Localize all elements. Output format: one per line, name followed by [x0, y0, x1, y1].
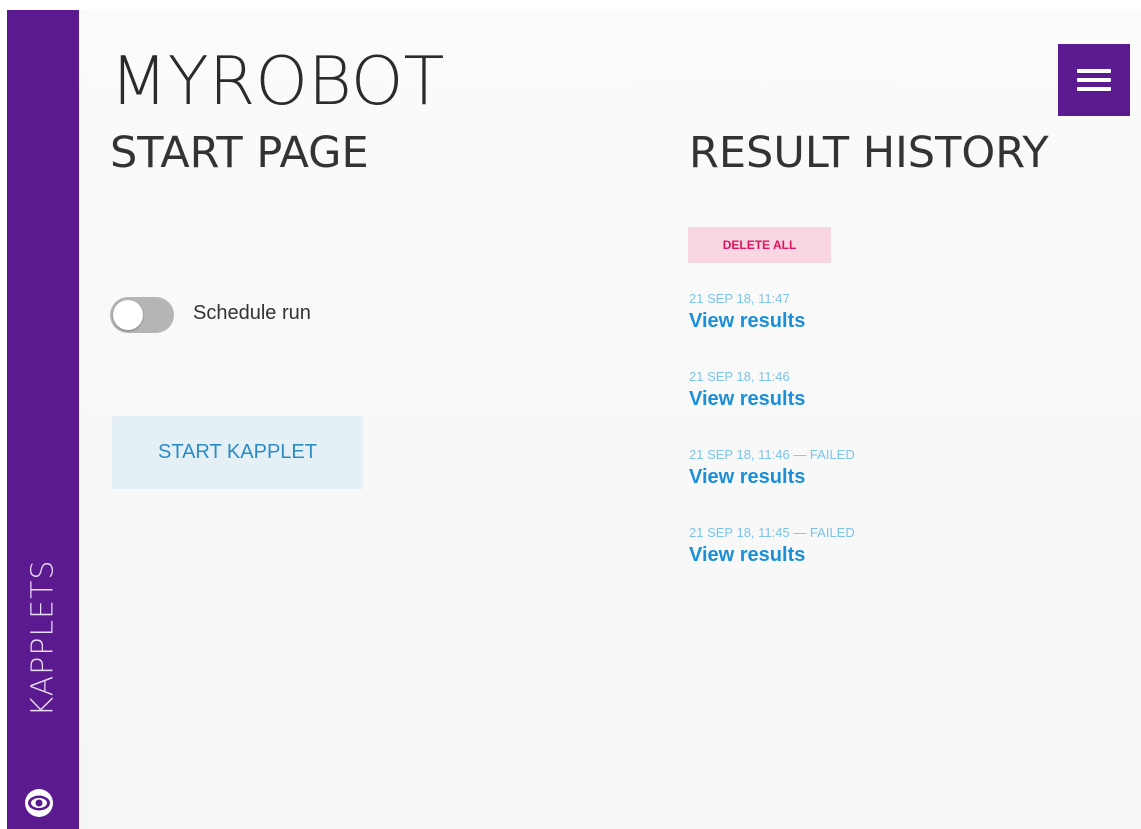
view-results-link[interactable]: View results: [689, 310, 805, 333]
schedule-run-toggle[interactable]: [110, 297, 174, 333]
history-timestamp: 21 SEP 18, 11:46: [689, 369, 790, 384]
view-results-link[interactable]: View results: [689, 388, 805, 411]
sidebar-label: KAPPLETS: [25, 559, 61, 717]
eye-logo-icon[interactable]: [24, 788, 54, 818]
start-kapplet-button[interactable]: START KAPPLET: [112, 416, 363, 489]
hamburger-menu-icon: [1077, 69, 1111, 91]
view-results-link[interactable]: View results: [689, 544, 855, 567]
delete-all-button[interactable]: DELETE ALL: [688, 227, 831, 263]
page-title: START PAGE: [110, 128, 369, 178]
view-results-link[interactable]: View results: [689, 466, 855, 489]
toggle-knob: [113, 300, 143, 330]
schedule-run-label: Schedule run: [193, 302, 311, 324]
menu-button[interactable]: [1058, 44, 1130, 116]
history-item: 21 SEP 18, 11:45 — FAILED View results: [689, 524, 855, 567]
app-title: MYROBOT: [110, 42, 445, 120]
history-timestamp: 21 SEP 18, 11:47: [689, 291, 790, 306]
history-item: 21 SEP 18, 11:46 View results: [689, 368, 805, 411]
history-timestamp: 21 SEP 18, 11:46 — FAILED: [689, 447, 855, 462]
sidebar: KAPPLETS: [7, 10, 79, 829]
history-item: 21 SEP 18, 11:47 View results: [689, 290, 805, 333]
result-history-title: RESULT HISTORY: [689, 128, 1049, 178]
history-timestamp: 21 SEP 18, 11:45 — FAILED: [689, 525, 855, 540]
history-item: 21 SEP 18, 11:46 — FAILED View results: [689, 446, 855, 489]
